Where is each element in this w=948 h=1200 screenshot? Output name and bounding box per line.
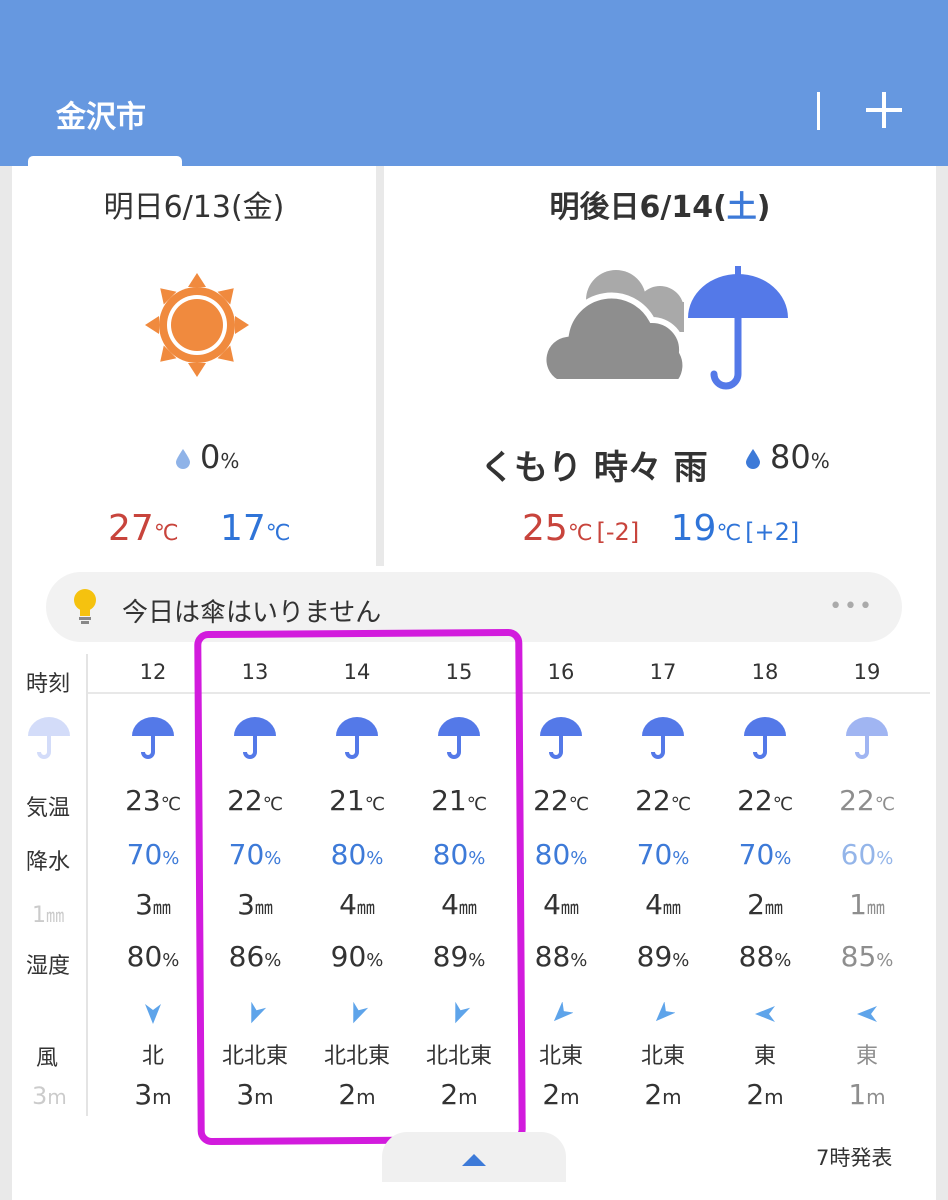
tab-indicator [28,156,182,166]
tomorrow-title: 明日6/13(金) [103,190,285,225]
umbrella-icon [744,717,786,759]
humidity-value: 88% [738,940,792,973]
umbrella-icon [28,717,70,759]
label-time: 時刻 [26,672,71,697]
day-after-precip: 80% [746,438,830,476]
label-precip: 降水 [26,850,71,875]
issued-time: 7時発表 [816,1146,893,1170]
precip-amount: 3㎜ [135,888,171,921]
temp-value: 22℃ [839,784,895,817]
precip-amount: 1㎜ [849,888,885,921]
wind-direction: 北東 [538,1044,583,1069]
precip-amount: 4㎜ [543,888,579,921]
day-after-low: 19℃ [+2] [670,508,800,549]
wind-direction: 北 [141,1044,164,1069]
wind-speed: 2m [644,1078,682,1111]
wind-speed: 2m [746,1078,784,1111]
hand-drawn-highlight [194,628,526,1146]
wind-arrow-icon [553,1002,573,1022]
tip-text: 今日は傘はいりません [122,598,382,628]
temp-value: 22℃ [533,784,589,817]
humidity-value: 85% [840,940,894,973]
expand-arrow-icon [462,1154,486,1166]
umbrella-icon [132,717,174,759]
precip-probability: 70% [636,838,690,871]
wind-speed: 1m [848,1078,886,1111]
tomorrow-precip: 0% [176,438,239,476]
wind-direction: 東 [855,1044,878,1069]
precip-probability: 70% [126,838,180,871]
hour-label: 12 [139,660,167,684]
tomorrow-card[interactable]: 明日6/13(金) 0% 27℃ 17℃ [12,166,376,566]
lightbulb-icon [74,589,96,624]
ghost-mm: 1㎜ [32,903,65,928]
day-after-title: 明後日6/14(土) [549,190,771,225]
header-divider [817,92,820,130]
raindrop-icon [176,449,190,469]
raindrop-icon [746,449,760,469]
tab-city[interactable]: 金沢市 [56,92,146,136]
day-after-temps: 25℃ [-2] 19℃ [+2] [522,508,799,549]
tomorrow-temps: 27℃ 17℃ [108,508,291,549]
temp-value: 22℃ [737,784,793,817]
umbrella-icon [540,717,582,759]
hour-label: 18 [751,660,779,684]
precip-probability: 80% [534,838,588,871]
precip-probability: 60% [840,838,894,871]
day-after-high: 25℃ [-2] [522,508,640,549]
more-icon[interactable]: ••• [829,594,874,619]
wind-arrow-icon [145,1004,161,1024]
wind-direction: 北東 [640,1044,685,1069]
humidity-value: 80% [126,940,180,973]
tomorrow-low: 17℃ [219,508,291,549]
sun-icon [145,273,249,377]
expand-handle[interactable] [382,1132,566,1182]
umbrella-icon [846,717,888,759]
label-column-divider [86,654,88,1116]
temp-value: 22℃ [635,784,691,817]
app-header: 金沢市 [0,0,948,166]
add-city-button[interactable] [864,90,904,130]
day-after-card[interactable]: 明後日6/14(土) くもり 時々 雨 80% 25℃ [-2] 19℃ [+2] [384,166,936,566]
label-temp: 気温 [26,796,71,821]
umbrella-icon [642,717,684,759]
day-after-condition: くもり 時々 雨 [480,448,708,488]
temp-value: 23℃ [125,784,181,817]
cloudy-rain-icon [540,266,788,390]
hour-label: 17 [649,660,677,684]
wind-arrow-icon [655,1002,675,1022]
precip-probability: 70% [738,838,792,871]
wind-direction: 東 [753,1044,776,1069]
wind-speed: 3m [134,1078,172,1111]
humidity-value: 88% [534,940,588,973]
precip-amount: 4㎜ [645,888,681,921]
tomorrow-high: 27℃ [108,508,179,549]
precip-amount: 2㎜ [747,888,783,921]
label-wind: 風 [36,1046,59,1071]
ghost-wind-speed: 3m [32,1082,67,1110]
humidity-value: 89% [636,940,690,973]
wind-arrow-icon [857,1006,877,1022]
wind-arrow-icon [755,1006,775,1022]
hour-label: 16 [547,660,575,684]
hour-label: 19 [853,660,881,684]
label-humidity: 湿度 [26,954,71,979]
